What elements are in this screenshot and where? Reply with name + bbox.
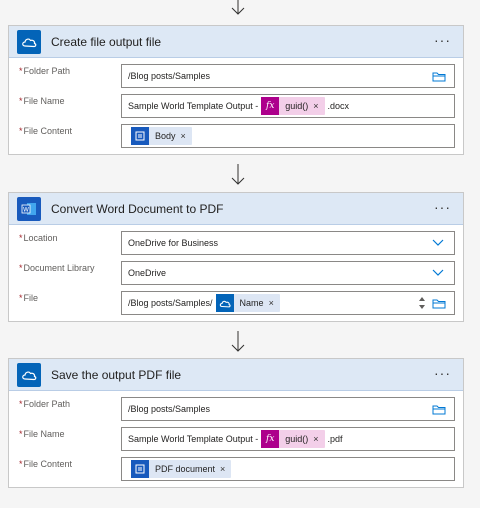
file-content-input[interactable]: PDF document × (121, 457, 455, 481)
onedrive-icon (17, 29, 41, 54)
onedrive-icon (17, 362, 41, 387)
remove-token-icon[interactable]: × (181, 131, 186, 141)
more-options-icon[interactable]: ··· (434, 200, 451, 214)
card-header[interactable]: Create file output file ··· (9, 26, 463, 58)
remove-token-icon[interactable]: × (269, 298, 274, 308)
flow-arrow-icon (231, 164, 245, 185)
folder-path-input[interactable]: /Blog posts/Samples (121, 397, 455, 421)
more-options-icon[interactable]: ··· (434, 33, 451, 47)
expression-token[interactable]: fx guid() × (261, 430, 325, 448)
action-card-save-pdf: Save the output PDF file ··· *Folder Pat… (8, 358, 464, 488)
card-title: Create file output file (51, 34, 162, 49)
action-card-convert-pdf: W Convert Word Document to PDF ··· *Loca… (8, 192, 464, 322)
action-card-create-file: Create file output file ··· *Folder Path… (8, 25, 464, 155)
file-input[interactable]: /Blog posts/Samples/ Name × (121, 291, 455, 315)
location-select[interactable]: OneDrive for Business (121, 231, 455, 255)
function-icon: fx (261, 97, 280, 115)
svg-text:W: W (23, 206, 29, 213)
dynamic-content-token[interactable]: PDF document × (131, 460, 232, 478)
dynamic-content-token[interactable]: Name × (215, 294, 280, 312)
word-icon (131, 127, 149, 145)
function-icon: fx (261, 430, 280, 448)
expression-token[interactable]: fx guid() × (261, 97, 325, 115)
document-library-select[interactable]: OneDrive (121, 261, 455, 285)
file-name-input[interactable]: Sample World Template Output - fx guid()… (121, 94, 455, 118)
field-row-file-name: *File Name Sample World Template Output … (9, 94, 463, 122)
stepper-icon[interactable] (418, 296, 426, 310)
remove-token-icon[interactable]: × (220, 464, 225, 474)
card-title: Convert Word Document to PDF (51, 201, 224, 216)
field-row-file-content: *File Content Body × (9, 124, 463, 152)
word-icon (131, 460, 149, 478)
field-row-location: *Location OneDrive for Business (9, 231, 463, 259)
card-header[interactable]: Save the output PDF file ··· (9, 359, 463, 391)
field-row-file-content: *File Content PDF document × (9, 457, 463, 485)
folder-path-input[interactable]: /Blog posts/Samples (121, 64, 455, 88)
dynamic-content-token[interactable]: Body × (131, 127, 192, 145)
more-options-icon[interactable]: ··· (434, 366, 451, 380)
onedrive-icon (215, 294, 234, 312)
chevron-down-icon[interactable] (432, 269, 444, 277)
remove-token-icon[interactable]: × (313, 434, 318, 444)
word-icon: W (17, 196, 41, 221)
card-title: Save the output PDF file (51, 367, 182, 382)
file-name-input[interactable]: Sample World Template Output - fx guid()… (121, 427, 455, 451)
file-content-input[interactable]: Body × (121, 124, 455, 148)
folder-icon[interactable] (432, 298, 446, 309)
folder-icon[interactable] (432, 404, 446, 415)
field-row-file-name: *File Name Sample World Template Output … (9, 427, 463, 455)
field-row-file: *File /Blog posts/Samples/ Name × (9, 291, 463, 319)
field-row-document-library: *Document Library OneDrive (9, 261, 463, 289)
folder-icon[interactable] (432, 71, 446, 82)
field-row-folder-path: *Folder Path /Blog posts/Samples (9, 64, 463, 92)
flow-arrow-icon (231, 331, 245, 352)
flow-arrow-icon (231, 0, 245, 15)
chevron-down-icon[interactable] (432, 239, 444, 247)
field-row-folder-path: *Folder Path /Blog posts/Samples (9, 397, 463, 425)
card-header[interactable]: W Convert Word Document to PDF ··· (9, 193, 463, 225)
remove-token-icon[interactable]: × (313, 101, 318, 111)
